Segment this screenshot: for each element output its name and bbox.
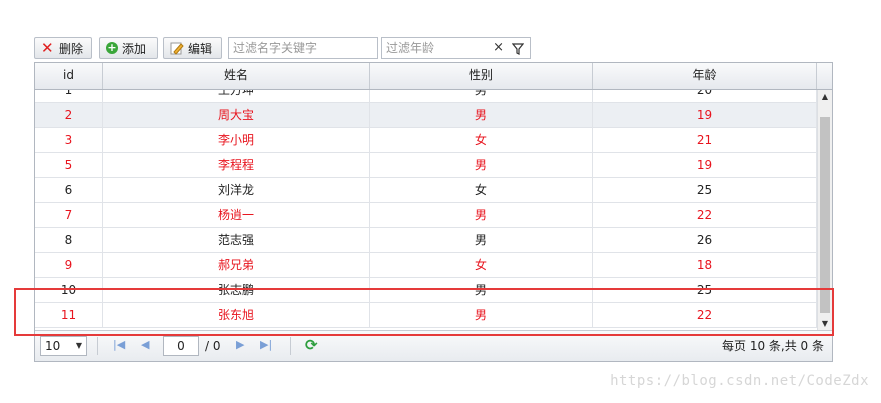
cell-name: 杨逍一 [103,203,370,227]
cell-name: 张东旭 [103,303,370,327]
cell-name: 李小明 [103,128,370,152]
cell-id: 10 [35,278,103,302]
column-header-gender[interactable]: 性别 [370,63,593,89]
watermark: https://blog.csdn.net/CodeZdx [610,373,869,389]
cell-name: 郝兄弟 [103,253,370,277]
pager-info: 每页 10 条,共 0 条 [722,339,824,353]
cell-id: 6 [35,178,103,202]
pager: 10 ▼ |◀ ◀ 0 / 0 ▶ ▶| ⟳ 每页 10 条,共 0 条 [35,330,832,361]
cell-age: 22 [593,303,817,327]
pager-separator [290,337,291,355]
table-row[interactable]: 11 张东旭男 22 [35,303,817,328]
cell-gender: 男 [370,203,593,227]
delete-label: 删除 [59,41,84,56]
next-page-icon[interactable]: ▶ [236,338,244,351]
last-page-icon[interactable]: ▶| [260,338,272,351]
table-row[interactable]: 1 王方坤男 20 [35,90,817,103]
page-number-input[interactable]: 0 [163,336,199,356]
table-row[interactable]: 10 张志鹏男 25 [35,278,817,303]
table-row[interactable]: 2 周大宝男 19 [35,103,817,128]
cell-gender: 女 [370,253,593,277]
refresh-icon[interactable]: ⟳ [305,336,318,354]
cell-id: 11 [35,303,103,327]
cell-age: 19 [593,153,817,177]
cell-age: 25 [593,278,817,302]
delete-button[interactable]: ✕ 删除 [34,37,92,59]
grid-body: 1 王方坤男 20 2 周大宝男 19 3 李小明女 21 5 李程程男 19 6 刘洋龙女 25 7 杨逍一男… [35,90,832,330]
age-filter-placeholder: 过滤年龄 [386,41,435,55]
cell-age: 25 [593,178,817,202]
cell-id: 3 [35,128,103,152]
column-header-id[interactable]: id [35,63,103,89]
table-row[interactable]: 5 李程程男 19 [35,153,817,178]
page-size-value: 10 [45,339,61,353]
cell-age: 22 [593,203,817,227]
cell-gender: 男 [370,278,593,302]
cell-name: 周大宝 [103,103,370,127]
cell-name: 李程程 [103,153,370,177]
table-row[interactable]: 9 郝兄弟女 18 [35,253,817,278]
table-row[interactable]: 8 范志强男 26 [35,228,817,253]
add-icon: + [106,41,118,54]
cell-id: 5 [35,153,103,177]
filter-icon[interactable] [511,38,525,64]
cell-gender: 男 [370,153,593,177]
scroll-down-icon[interactable]: ▼ [818,319,832,328]
cell-name: 张志鹏 [103,278,370,302]
cell-id: 1 [35,90,103,102]
data-grid: id 姓名 性别 年龄 1 王方坤男 20 2 周大宝男 19 3 李小明女 21 5 李程程男 19… [34,62,833,362]
cell-gender: 女 [370,128,593,152]
pager-separator [97,337,98,355]
add-label[interactable]: 添加 [122,40,146,57]
cell-id: 7 [35,203,103,227]
first-page-icon[interactable]: |◀ [113,338,125,351]
cell-name: 刘洋龙 [103,178,370,202]
cell-gender: 男 [370,303,593,327]
table-row[interactable]: 3 李小明女 21 [35,128,817,153]
cell-gender: 男 [370,90,593,102]
edit-button[interactable]: 编辑 [163,37,222,59]
cell-id: 2 [35,103,103,127]
add-button[interactable]: + 添加 [99,37,158,59]
cell-name: 王方坤 [103,90,370,102]
scroll-thumb[interactable] [820,117,830,313]
cell-name: 范志强 [103,228,370,252]
cell-gender: 男 [370,103,593,127]
name-filter-placeholder: 过滤名字关键字 [233,41,318,55]
cell-age: 20 [593,90,817,102]
chevron-down-icon: ▼ [75,341,82,350]
delete-icon: ✕ [41,39,54,57]
clear-icon[interactable]: × [493,38,504,58]
pencil-icon [170,41,184,55]
cell-gender: 女 [370,178,593,202]
edit-label: 编辑 [188,41,213,56]
cell-gender: 男 [370,228,593,252]
cell-age: 18 [593,253,817,277]
prev-page-icon[interactable]: ◀ [141,338,149,351]
total-pages: / 0 [205,339,221,353]
scroll-up-icon[interactable]: ▲ [818,92,832,101]
vertical-scrollbar[interactable]: ▲ ▼ [817,90,832,330]
name-filter-input[interactable]: 过滤名字关键字 [228,37,378,59]
column-header-age[interactable]: 年龄 [593,63,817,89]
age-filter-input[interactable]: 过滤年龄 × [381,37,531,59]
cell-id: 9 [35,253,103,277]
page-size-select[interactable]: 10 ▼ [40,336,87,356]
column-header-name[interactable]: 姓名 [103,63,370,89]
grid-header: id 姓名 性别 年龄 [35,63,832,90]
table-row[interactable]: 7 杨逍一男 22 [35,203,817,228]
cell-id: 8 [35,228,103,252]
cell-age: 19 [593,103,817,127]
table-row[interactable]: 6 刘洋龙女 25 [35,178,817,203]
cell-age: 21 [593,128,817,152]
cell-age: 26 [593,228,817,252]
